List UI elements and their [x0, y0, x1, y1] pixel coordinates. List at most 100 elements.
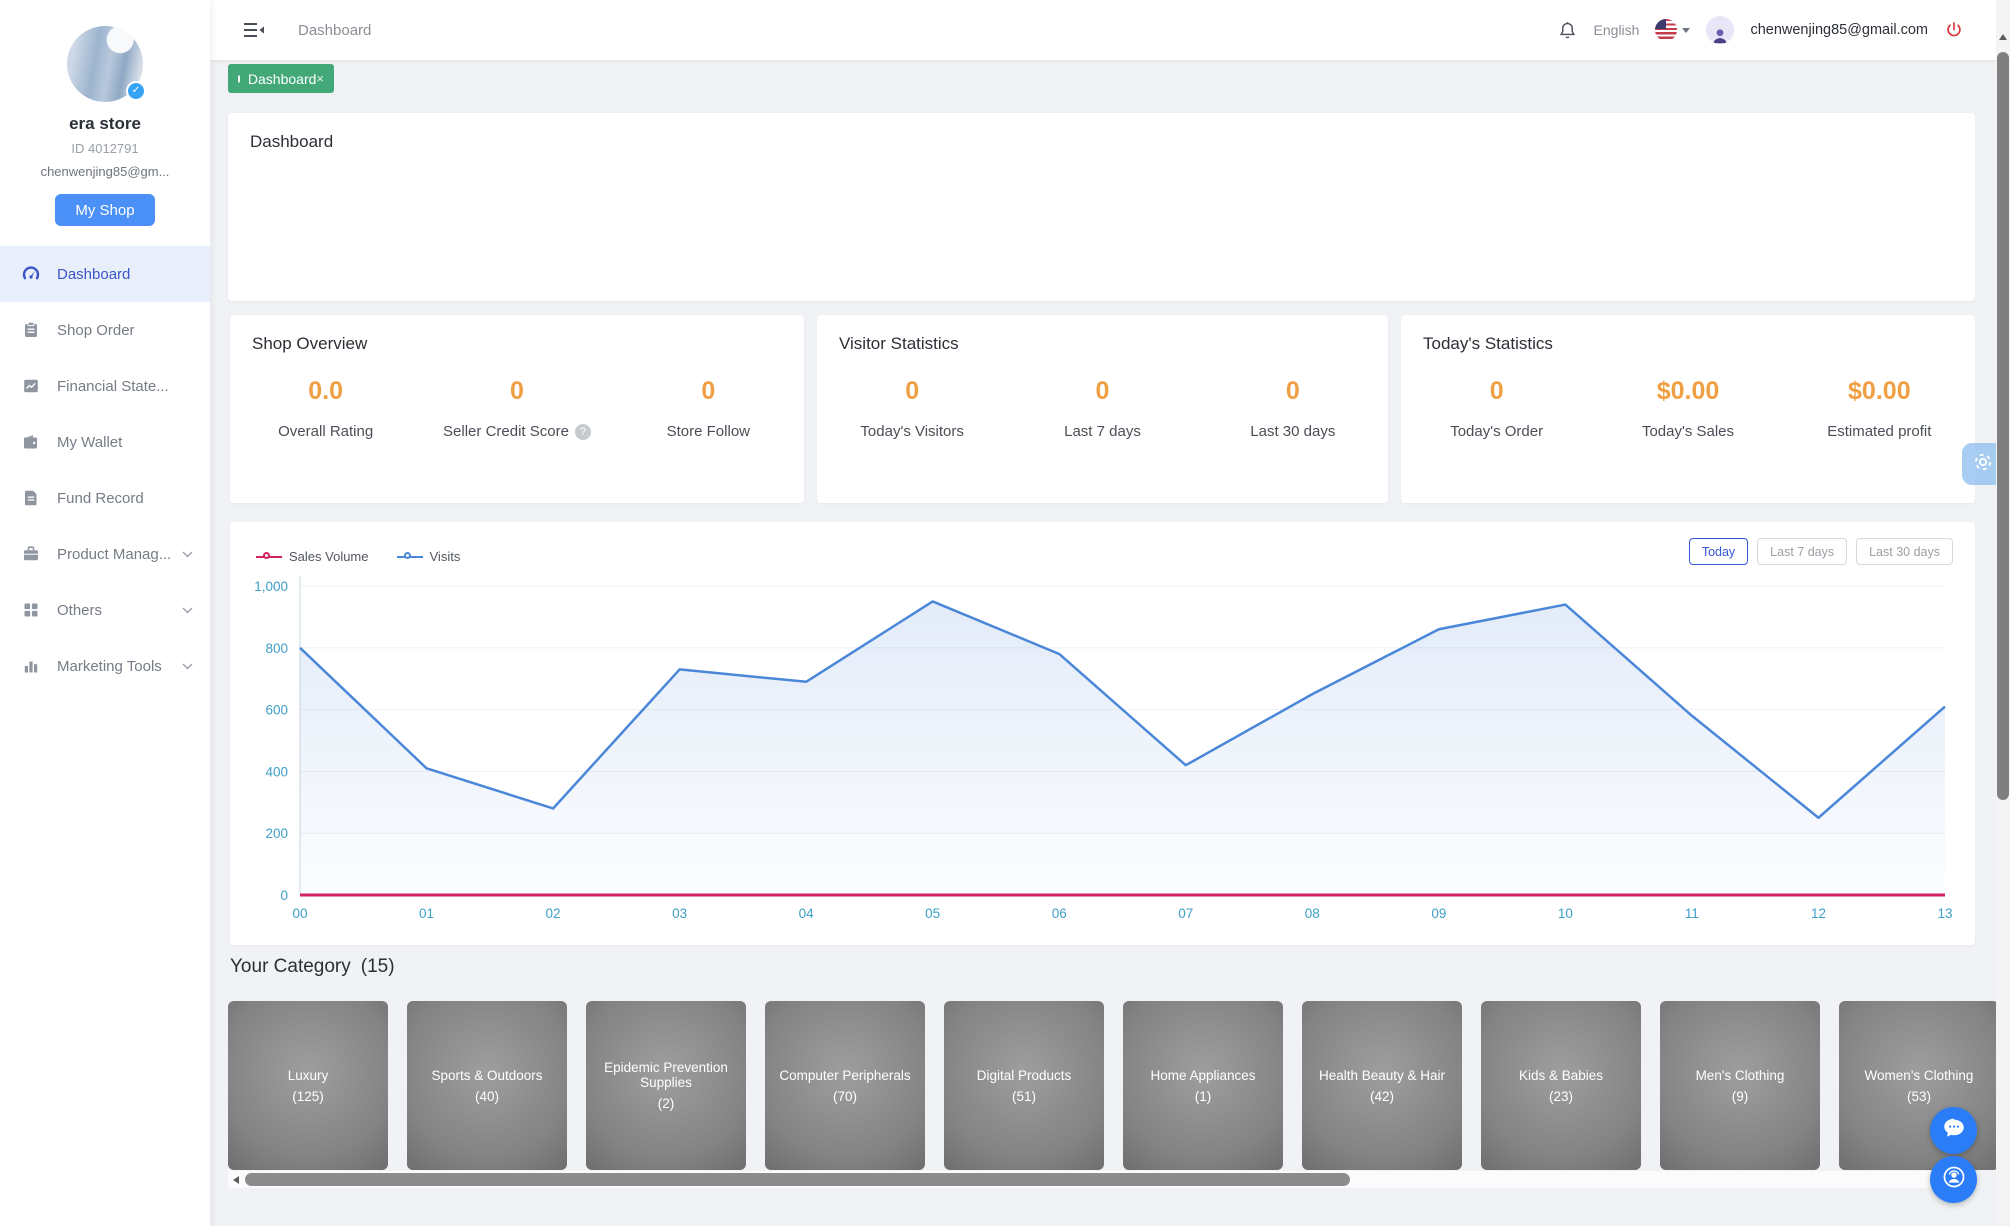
- vertical-scrollbar-thumb[interactable]: [1997, 52, 2009, 800]
- stat-value: 0: [701, 377, 716, 405]
- user-avatar[interactable]: [1706, 16, 1735, 44]
- stat-item: $0.00 Today's Sales: [1592, 377, 1783, 441]
- stat-item: 0 Last 30 days: [1198, 377, 1388, 441]
- category-product-count: (125): [292, 1088, 324, 1104]
- category-product-count: (70): [832, 1088, 857, 1104]
- category-product-count: (1): [1194, 1088, 1212, 1104]
- my-wallet-icon: [22, 433, 40, 451]
- x-axis-label: 11: [1685, 906, 1699, 921]
- x-axis-label: 00: [292, 906, 307, 921]
- chat-button[interactable]: [1930, 1107, 1977, 1154]
- category-card[interactable]: Health Beauty & Hair (42): [1302, 1001, 1462, 1170]
- stat-item: 0 Last 7 days: [1007, 377, 1197, 441]
- category-card[interactable]: Men's Clothing (9): [1660, 1001, 1820, 1170]
- logout-power-icon[interactable]: [1944, 20, 1964, 40]
- shop-order-icon: [22, 321, 40, 339]
- category-card[interactable]: Kids & Babies (23): [1481, 1001, 1641, 1170]
- chevron-down-icon: [182, 551, 193, 558]
- stat-value: 0: [1489, 377, 1504, 405]
- account-email[interactable]: chenwenjing85@gmail.com: [1750, 22, 1928, 38]
- category-card[interactable]: Women's Clothing (53): [1839, 1001, 1999, 1170]
- sidebar-item-label: Dashboard: [57, 265, 131, 283]
- area-fill: [300, 601, 1945, 895]
- sidebar-item[interactable]: Others: [0, 582, 210, 638]
- scroll-up-icon[interactable]: [1999, 34, 2007, 40]
- category-product-count: (9): [1731, 1088, 1749, 1104]
- stat-item: 0 Today's Visitors: [817, 377, 1007, 441]
- legend-marker-icon: [396, 551, 423, 562]
- category-name: Computer Peripherals: [779, 1067, 911, 1083]
- x-axis-label: 13: [1937, 906, 1952, 921]
- category-product-count: (53): [1906, 1088, 1931, 1104]
- x-axis-label: 06: [1052, 906, 1067, 921]
- x-axis-label: 04: [799, 906, 815, 921]
- category-card[interactable]: Sports & Outdoors (40): [407, 1001, 567, 1170]
- flag-dropdown[interactable]: [1655, 19, 1691, 41]
- x-axis-label: 02: [546, 906, 561, 921]
- sidebar-item[interactable]: My Wallet: [0, 414, 210, 470]
- product-management-icon: [22, 545, 40, 563]
- today-stats: 0 Today's Order $0.00 Today's Sales $0.0…: [1401, 377, 1975, 441]
- overview-title: Dashboard: [250, 132, 334, 151]
- sidebar-item[interactable]: Dashboard: [0, 246, 210, 302]
- y-axis-label: 0: [280, 888, 288, 903]
- category-card[interactable]: Epidemic Prevention Supplies (2): [586, 1001, 746, 1170]
- sidebar: ✓ era store ID 4012791 chenwenjing85@gm.…: [0, 0, 210, 1226]
- x-axis-label: 08: [1305, 906, 1320, 921]
- range-button-last-30-days[interactable]: Last 30 days: [1856, 538, 1953, 565]
- x-axis-label: 03: [672, 906, 687, 921]
- category-card[interactable]: Computer Peripherals (70): [765, 1001, 925, 1170]
- category-name: Health Beauty & Hair: [1318, 1067, 1446, 1083]
- range-button-today[interactable]: Today: [1688, 538, 1749, 565]
- gear-icon: [1971, 450, 1995, 479]
- dashboard-icon: [22, 265, 40, 283]
- category-card[interactable]: Digital Products (51): [944, 1001, 1104, 1170]
- stat-label: Today's Visitors: [860, 423, 964, 440]
- store-email: chenwenjing85@gm...: [40, 164, 170, 179]
- bell-icon[interactable]: [1557, 20, 1578, 41]
- sidebar-item[interactable]: Financial State...: [0, 358, 210, 414]
- stat-label: Store Follow: [666, 423, 750, 440]
- chevron-down-icon: [182, 607, 193, 614]
- others-icon: [22, 601, 40, 619]
- category-card[interactable]: Luxury (125): [228, 1001, 388, 1170]
- legend-visits[interactable]: Visits: [396, 549, 461, 564]
- sidebar-item[interactable]: Shop Order: [0, 302, 210, 358]
- stat-item: 0.0 Overall Rating: [230, 377, 421, 441]
- menu-collapse-icon[interactable]: [244, 22, 264, 38]
- tab-dashboard[interactable]: Dashboard ×: [228, 64, 334, 93]
- summary-label: Total Sales Amount: [822, 238, 951, 256]
- stat-value: 0: [1285, 377, 1300, 405]
- scroll-left-icon[interactable]: [233, 1175, 239, 1184]
- stat-item: $0.00 Estimated profit: [1784, 377, 1975, 441]
- legend-sales-volume[interactable]: Sales Volume: [256, 549, 369, 564]
- stat-label: Today's Sales: [1641, 423, 1735, 440]
- stat-label: Estimated profit: [1827, 423, 1932, 440]
- sidebar-item[interactable]: Fund Record: [0, 470, 210, 526]
- y-axis-label: 800: [265, 641, 288, 656]
- help-icon[interactable]: ?: [574, 423, 591, 440]
- category-count: (15): [360, 956, 395, 977]
- legend-label: Visits: [429, 549, 461, 564]
- chart-legend: Sales Volume Visits: [256, 549, 460, 564]
- horizontal-scrollbar-thumb[interactable]: [245, 1173, 1350, 1186]
- sidebar-item-label: Marketing Tools: [57, 657, 162, 675]
- stat-value: 0: [1095, 377, 1110, 405]
- tab-close-icon[interactable]: ×: [316, 71, 324, 86]
- y-axis-label: 200: [265, 826, 288, 841]
- range-button-last-7-days[interactable]: Last 7 days: [1757, 538, 1848, 565]
- sidebar-item[interactable]: Marketing Tools: [0, 638, 210, 694]
- customer-service-button[interactable]: [1930, 1156, 1977, 1203]
- stat-item: 0 Seller Credit Score ?: [421, 377, 612, 441]
- breadcrumb: Dashboard: [298, 21, 372, 39]
- stat-label: Today's Order: [1450, 423, 1544, 440]
- sidebar-item[interactable]: Product Manag...: [0, 526, 210, 582]
- language-selector[interactable]: English: [1594, 22, 1640, 38]
- category-card[interactable]: Home Appliances (1): [1123, 1001, 1283, 1170]
- category-product-count: (42): [1369, 1088, 1394, 1104]
- x-axis-label: 05: [925, 906, 940, 921]
- summary-cards: 0 Total Products $0.00 Total Sales Amoun…: [250, 167, 1953, 285]
- category-name: Home Appliances: [1150, 1067, 1256, 1083]
- my-shop-button[interactable]: My Shop: [55, 194, 155, 226]
- category-name: Women's Clothing: [1864, 1067, 1974, 1083]
